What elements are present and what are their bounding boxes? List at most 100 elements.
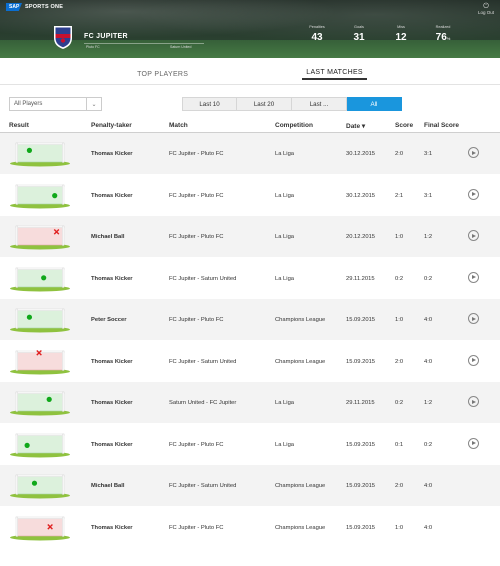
match-name: FC Jupiter - Saturn United xyxy=(169,483,237,489)
match-date: 29.11.2015 xyxy=(346,275,375,282)
penalty-taker-name[interactable]: Thomas Kicker xyxy=(91,151,133,157)
match-name: FC Jupiter - Pluto FC xyxy=(169,524,224,531)
penalty-taker-name[interactable]: Peter Soccer xyxy=(91,317,126,323)
period-last-20[interactable]: Last 20 xyxy=(237,97,292,111)
match-date: 30.12.2015 xyxy=(346,192,376,199)
penalty-taker-name[interactable]: Thomas Kicker xyxy=(91,442,133,448)
filters-bar: All Players ⌄ Last 10 Last 20 Last ... A… xyxy=(0,85,500,121)
table-row[interactable]: Michael Ball FC Jupiter - Saturn United … xyxy=(0,465,500,507)
match-name: FC Jupiter - Saturn United xyxy=(169,358,237,365)
play-video-icon[interactable] xyxy=(468,147,479,158)
match-name: FC Jupiter - Pluto FC xyxy=(169,151,224,157)
stat-value: 12 xyxy=(395,32,407,43)
goal-marker-icon xyxy=(24,442,30,448)
chevron-down-icon[interactable]: ⌄ xyxy=(86,98,101,110)
play-video-icon[interactable] xyxy=(468,437,479,449)
play-video-icon[interactable] xyxy=(468,354,479,366)
table-row[interactable]: Thomas Kicker Saturn United - FC Jupiter… xyxy=(0,382,500,424)
team-stats: Penalties 43 Goals 31 Miss 12 Realized 7… xyxy=(306,25,454,43)
penalty-missed-goal-icon xyxy=(10,349,70,374)
stat-realized: Realized 76% xyxy=(432,25,454,43)
stat-number: 76 xyxy=(435,32,447,43)
stat-value: 76% xyxy=(436,32,451,43)
stat-penalties: Penalties 43 xyxy=(306,25,328,43)
col-date-sorted[interactable]: Date ▾ xyxy=(346,122,365,130)
goal-marker-icon xyxy=(41,274,47,280)
table-row[interactable]: Thomas Kicker FC Jupiter - Saturn United… xyxy=(0,341,500,382)
penalty-taker-name[interactable]: Thomas Kicker xyxy=(91,400,133,406)
match-date: 15.09.2015 xyxy=(346,441,376,448)
penalty-taker-name[interactable]: Thomas Kicker xyxy=(91,193,133,199)
period-last-10[interactable]: Last 10 xyxy=(182,97,237,111)
competition-name: La Liga xyxy=(275,275,295,282)
stat-label: Realized xyxy=(435,25,451,29)
stat-unit: % xyxy=(446,36,451,41)
player-select-value: All Players xyxy=(14,101,43,107)
team-name: FC JUPITER xyxy=(84,33,128,40)
table-row[interactable]: Thomas Kicker FC Jupiter - Pluto FC Cham… xyxy=(0,507,500,548)
col-competition[interactable]: Competition xyxy=(275,122,313,129)
col-final-score[interactable]: Final Score xyxy=(424,122,459,129)
match-name: Saturn United - FC Jupiter xyxy=(169,400,237,406)
stat-label: Miss xyxy=(397,25,405,29)
match-date: 15.09.2015 xyxy=(346,483,376,489)
penalty-scored-goal-icon xyxy=(10,184,70,208)
logout-button[interactable]: ⏻ Log Out xyxy=(478,3,494,15)
competition-name: La Liga xyxy=(275,400,295,406)
penalty-score: 2:0 xyxy=(395,151,404,157)
match-date: 15.09.2015 xyxy=(346,317,376,323)
penalty-scored-goal-icon xyxy=(10,267,70,291)
match-name: FC Jupiter - Pluto FC xyxy=(169,317,224,323)
col-penalty-taker[interactable]: Penalty-taker xyxy=(91,122,132,129)
penalty-score: 1:0 xyxy=(395,317,404,323)
penalty-score: 2:0 xyxy=(395,358,404,365)
penalty-taker-name[interactable]: Thomas Kicker xyxy=(91,359,133,365)
table-row[interactable]: Peter Soccer FC Jupiter - Pluto FC Champ… xyxy=(0,299,500,341)
table-header: Result Penalty-taker Match Competition D… xyxy=(0,121,500,133)
table-row[interactable]: Thomas Kicker FC Jupiter - Pluto FC La L… xyxy=(0,424,500,465)
play-video-icon[interactable] xyxy=(468,188,479,200)
match-name: FC Jupiter - Pluto FC xyxy=(169,234,224,240)
goal-marker-icon xyxy=(46,396,52,402)
tab-last-matches[interactable]: LAST MATCHES xyxy=(302,69,367,80)
table-row[interactable]: Thomas Kicker FC Jupiter - Saturn United… xyxy=(0,258,500,299)
view-tabs: TOP PLAYERS LAST MATCHES xyxy=(0,58,500,85)
final-score: 4:0 xyxy=(424,524,433,531)
competition-name: La Liga xyxy=(275,151,295,157)
penalty-score: 0:1 xyxy=(395,441,404,448)
brand[interactable]: SAP SPORTS ONE xyxy=(6,3,63,11)
penalty-scored-goal-icon xyxy=(10,391,70,416)
table-row[interactable]: Thomas Kicker FC Jupiter - Pluto FC La L… xyxy=(0,133,500,175)
match-date: 20.12.2015 xyxy=(346,234,376,240)
penalty-taker-name[interactable]: Michael Ball xyxy=(91,483,125,489)
penalty-taker-name[interactable]: Michael Ball xyxy=(91,234,125,240)
match-name: FC Jupiter - Pluto FC xyxy=(169,192,224,199)
table-row[interactable]: Michael Ball FC Jupiter - Pluto FC La Li… xyxy=(0,216,500,258)
goal-marker-icon xyxy=(26,147,33,153)
logout-label: Log Out xyxy=(477,10,494,15)
col-match[interactable]: Match xyxy=(169,122,188,129)
goal-marker-icon xyxy=(26,314,33,320)
stat-value: 31 xyxy=(353,32,365,43)
team-subtitle-left: Pluto FC xyxy=(86,45,100,49)
play-video-icon[interactable] xyxy=(468,271,479,283)
penalty-scored-goal-icon xyxy=(10,474,70,499)
penalty-score: 2:1 xyxy=(395,192,404,199)
col-score[interactable]: Score xyxy=(395,122,413,129)
period-last-custom[interactable]: Last ... xyxy=(292,97,347,111)
stat-miss: Miss 12 xyxy=(390,25,412,43)
period-all[interactable]: All xyxy=(347,97,402,111)
table-row[interactable]: Thomas Kicker FC Jupiter - Pluto FC La L… xyxy=(0,175,500,216)
tab-top-players[interactable]: TOP PLAYERS xyxy=(133,71,192,80)
play-video-icon[interactable] xyxy=(468,396,479,407)
play-video-icon[interactable] xyxy=(468,313,479,324)
team-header: SAP SPORTS ONE ⏻ Log Out FC JUPITER Plut… xyxy=(0,0,500,58)
play-video-icon[interactable] xyxy=(468,230,479,241)
match-name: FC Jupiter - Pluto FC xyxy=(169,441,224,448)
penalty-missed-goal-icon xyxy=(10,225,70,250)
penalty-taker-name[interactable]: Thomas Kicker xyxy=(91,276,133,282)
player-select[interactable]: All Players ⌄ xyxy=(9,97,102,111)
final-score: 4:0 xyxy=(424,483,433,489)
competition-name: Champions League xyxy=(275,358,326,365)
penalty-taker-name[interactable]: Thomas Kicker xyxy=(91,525,133,531)
